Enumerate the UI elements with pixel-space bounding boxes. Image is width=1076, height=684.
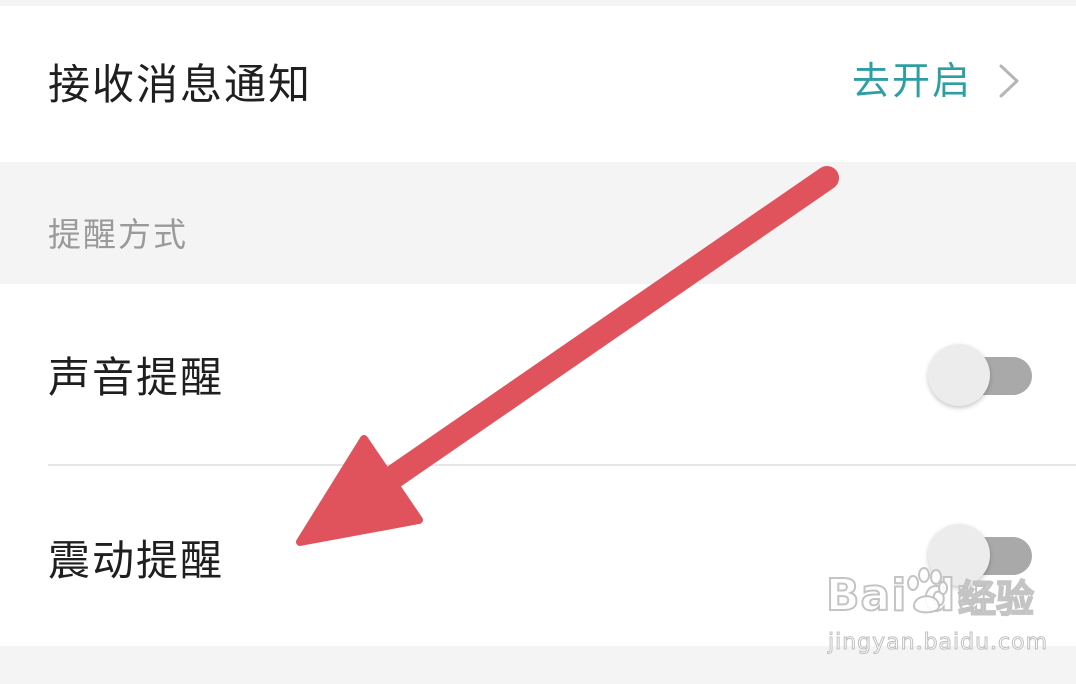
notification-label: 接收消息通知	[48, 60, 313, 109]
reminder-section-header: 提醒方式	[0, 162, 1076, 284]
enable-notification-text: 去开启	[851, 59, 972, 103]
sound-reminder-toggle[interactable]	[928, 344, 1032, 408]
toggle-knob	[928, 344, 990, 406]
vibration-reminder-toggle[interactable]	[928, 524, 1032, 588]
enable-notification-link[interactable]: 去开启	[852, 62, 1020, 100]
bottom-spacer	[0, 646, 1076, 684]
sound-reminder-row: 声音提醒	[0, 284, 1076, 465]
toggle-knob	[928, 524, 990, 586]
vibration-reminder-row: 震动提醒	[0, 466, 1076, 646]
sound-reminder-label: 声音提醒	[48, 353, 225, 402]
notification-setting-row[interactable]: 接收消息通知 去开启	[0, 6, 1076, 162]
reminder-section-title: 提醒方式	[48, 215, 188, 254]
vibration-reminder-label: 震动提醒	[48, 536, 225, 585]
chevron-right-icon	[999, 64, 1019, 98]
